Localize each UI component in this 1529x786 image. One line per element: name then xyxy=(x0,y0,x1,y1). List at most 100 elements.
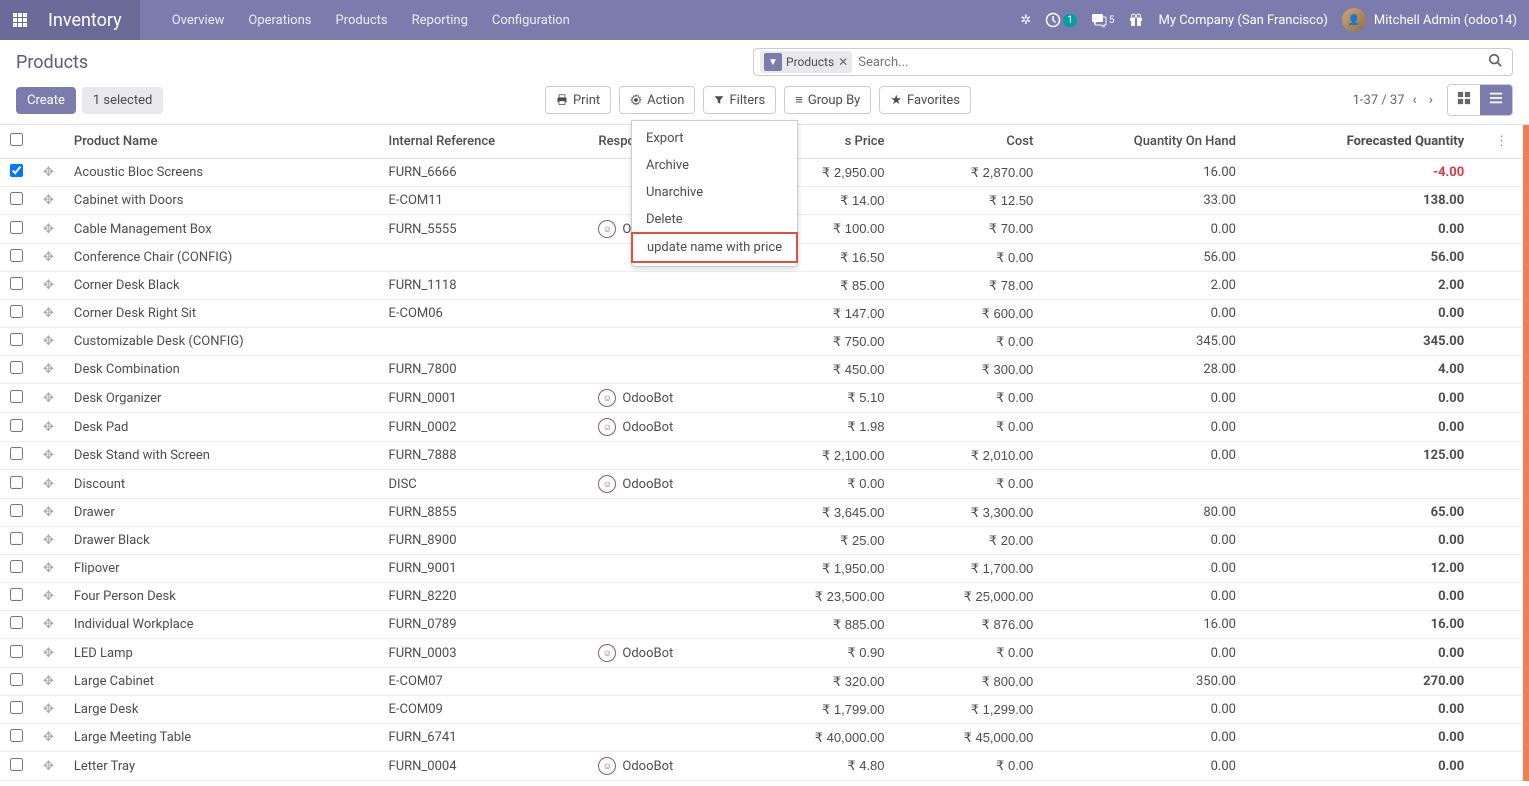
table-row[interactable]: ✥ Desk Organizer FURN_0001 ☺OdooBot ₹ 5.… xyxy=(0,384,1529,413)
table-row[interactable]: ✥ Desk Pad FURN_0002 ☺OdooBot ₹ 1.98 ₹ 0… xyxy=(0,413,1529,442)
app-brand[interactable]: Inventory xyxy=(40,0,140,40)
action-item-delete[interactable]: Delete xyxy=(632,206,797,233)
favorites-button[interactable]: ★ Favorites xyxy=(879,86,971,114)
print-button[interactable]: Print xyxy=(545,86,611,114)
selected-count[interactable]: 1 selected xyxy=(82,87,163,114)
search-icon[interactable] xyxy=(1484,53,1506,71)
drag-handle-icon[interactable]: ✥ xyxy=(43,448,54,463)
row-checkbox[interactable] xyxy=(10,361,23,374)
row-checkbox[interactable] xyxy=(10,588,23,601)
table-row[interactable]: ✥ Large Desk E-COM09 ₹ 1,799.00 ₹ 1,299.… xyxy=(0,696,1529,724)
row-checkbox[interactable] xyxy=(10,701,23,714)
drag-handle-icon[interactable]: ✥ xyxy=(43,617,54,632)
col-options-icon[interactable]: ⋮ xyxy=(1474,125,1529,159)
search-input[interactable] xyxy=(852,52,1484,73)
table-row[interactable]: ✥ Letter Tray FURN_0004 ☺OdooBot ₹ 4.80 … xyxy=(0,752,1529,781)
apps-menu-icon[interactable] xyxy=(0,0,40,40)
row-checkbox[interactable] xyxy=(10,249,23,262)
table-row[interactable]: ✥ Desk Stand with Screen FURN_7888 ₹ 2,1… xyxy=(0,442,1529,470)
action-item-export[interactable]: Export xyxy=(632,125,797,152)
bug-icon[interactable]: ✲ xyxy=(1020,13,1031,28)
action-button[interactable]: Action xyxy=(619,86,695,114)
table-row[interactable]: ✥ Individual Workplace FURN_0789 ₹ 885.0… xyxy=(0,611,1529,639)
table-row[interactable]: ✥ Desk Combination FURN_7800 ₹ 450.00 ₹ … xyxy=(0,356,1529,384)
drag-handle-icon[interactable]: ✥ xyxy=(43,589,54,604)
row-checkbox[interactable] xyxy=(10,221,23,234)
search-view[interactable]: ▼ Products ✕ xyxy=(753,48,1513,76)
drag-handle-icon[interactable]: ✥ xyxy=(43,165,54,180)
table-row[interactable]: ✥ Drawer Black FURN_8900 ₹ 25.00 ₹ 20.00… xyxy=(0,527,1529,555)
nav-overview[interactable]: Overview xyxy=(160,0,237,40)
user-menu[interactable]: 👤 Mitchell Admin (odoo14) xyxy=(1342,8,1517,32)
drag-handle-icon[interactable]: ✥ xyxy=(43,646,54,661)
create-button[interactable]: Create xyxy=(16,87,76,114)
row-checkbox[interactable] xyxy=(10,164,23,177)
pager-prev[interactable]: ‹ xyxy=(1409,88,1421,112)
drag-handle-icon[interactable]: ✥ xyxy=(43,730,54,745)
drag-handle-icon[interactable]: ✥ xyxy=(43,561,54,576)
action-item-unarchive[interactable]: Unarchive xyxy=(632,179,797,206)
drag-handle-icon[interactable]: ✥ xyxy=(43,477,54,492)
drag-handle-icon[interactable]: ✥ xyxy=(43,193,54,208)
row-checkbox[interactable] xyxy=(10,305,23,318)
row-checkbox[interactable] xyxy=(10,645,23,658)
row-checkbox[interactable] xyxy=(10,532,23,545)
row-checkbox[interactable] xyxy=(10,419,23,432)
table-row[interactable]: ✥ Flipover FURN_9001 ₹ 1,950.00 ₹ 1,700.… xyxy=(0,555,1529,583)
kanban-view-button[interactable] xyxy=(1448,85,1480,115)
nav-operations[interactable]: Operations xyxy=(236,0,323,40)
row-checkbox[interactable] xyxy=(10,277,23,290)
row-checkbox[interactable] xyxy=(10,333,23,346)
drag-handle-icon[interactable]: ✥ xyxy=(43,250,54,265)
pager-next[interactable]: › xyxy=(1425,88,1437,112)
row-checkbox[interactable] xyxy=(10,504,23,517)
drag-handle-icon[interactable]: ✥ xyxy=(43,420,54,435)
table-row[interactable]: ✥ Corner Desk Black FURN_1118 ₹ 85.00 ₹ … xyxy=(0,272,1529,300)
nav-configuration[interactable]: Configuration xyxy=(480,0,582,40)
row-checkbox[interactable] xyxy=(10,390,23,403)
groupby-button[interactable]: ≡ Group By xyxy=(784,86,871,114)
drag-handle-icon[interactable]: ✥ xyxy=(43,306,54,321)
drag-handle-icon[interactable]: ✥ xyxy=(43,278,54,293)
row-checkbox[interactable] xyxy=(10,729,23,742)
action-item-update-name-with-price[interactable]: update name with price xyxy=(631,232,798,263)
filters-button[interactable]: Filters xyxy=(703,86,776,114)
table-row[interactable]: ✥ Large Cabinet E-COM07 ₹ 320.00 ₹ 800.0… xyxy=(0,668,1529,696)
drag-handle-icon[interactable]: ✥ xyxy=(43,222,54,237)
drag-handle-icon[interactable]: ✥ xyxy=(43,674,54,689)
col-product-name[interactable]: Product Name xyxy=(64,125,379,159)
table-row[interactable]: ✥ Drawer FURN_8855 ₹ 3,645.00 ₹ 3,300.00… xyxy=(0,499,1529,527)
nav-products[interactable]: Products xyxy=(323,0,399,40)
table-row[interactable]: ✥ LED Lamp FURN_0003 ☺OdooBot ₹ 0.90 ₹ 0… xyxy=(0,639,1529,668)
table-row[interactable]: ✥ Four Person Desk FURN_8220 ₹ 23,500.00… xyxy=(0,583,1529,611)
drag-handle-icon[interactable]: ✥ xyxy=(43,759,54,774)
row-checkbox[interactable] xyxy=(10,192,23,205)
drag-handle-icon[interactable]: ✥ xyxy=(43,334,54,349)
row-checkbox[interactable] xyxy=(10,560,23,573)
select-all-checkbox[interactable] xyxy=(10,133,23,146)
row-checkbox[interactable] xyxy=(10,476,23,489)
action-item-archive[interactable]: Archive xyxy=(632,152,797,179)
table-row[interactable]: ✥ Discount DISC ☺OdooBot ₹ 0.00 ₹ 0.00 xyxy=(0,470,1529,499)
table-row[interactable]: ✥ Large Meeting Table FURN_6741 ₹ 40,000… xyxy=(0,724,1529,752)
nav-reporting[interactable]: Reporting xyxy=(400,0,480,40)
row-checkbox[interactable] xyxy=(10,673,23,686)
col-qty-on-hand[interactable]: Quantity On Hand xyxy=(1043,125,1246,159)
row-checkbox[interactable] xyxy=(10,447,23,460)
gift-icon[interactable] xyxy=(1128,12,1144,28)
table-row[interactable]: ✥ Customizable Desk (CONFIG) ₹ 750.00 ₹ … xyxy=(0,328,1529,356)
drag-handle-icon[interactable]: ✥ xyxy=(43,533,54,548)
drag-handle-icon[interactable]: ✥ xyxy=(43,391,54,406)
close-icon[interactable]: ✕ xyxy=(838,55,848,69)
drag-handle-icon[interactable]: ✥ xyxy=(43,702,54,717)
row-checkbox[interactable] xyxy=(10,616,23,629)
table-row[interactable]: ✥ Corner Desk Right Sit E-COM06 ₹ 147.00… xyxy=(0,300,1529,328)
messages-icon[interactable]: 5 xyxy=(1091,12,1115,28)
col-cost[interactable]: Cost xyxy=(895,125,1044,159)
drag-handle-icon[interactable]: ✥ xyxy=(43,505,54,520)
list-view-button[interactable] xyxy=(1480,85,1512,115)
activity-icon[interactable]: 1 xyxy=(1045,12,1077,28)
drag-handle-icon[interactable]: ✥ xyxy=(43,362,54,377)
company-switcher[interactable]: My Company (San Francisco) xyxy=(1158,13,1327,28)
col-internal-ref[interactable]: Internal Reference xyxy=(379,125,589,159)
